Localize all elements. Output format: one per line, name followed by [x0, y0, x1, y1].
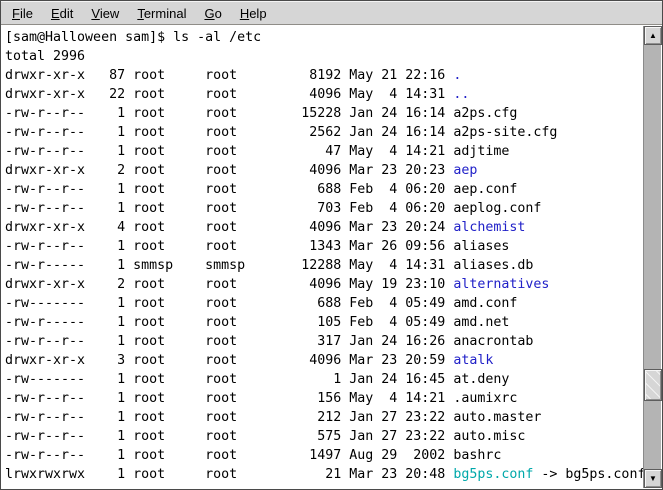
- terminal-line: drwxr-xr-x 2 root root 4096 May 19 23:10…: [5, 275, 643, 294]
- terminal-line: -rw------- 1 root root 688 Feb 4 05:49 a…: [5, 294, 643, 313]
- file-name: aep: [453, 163, 477, 178]
- file-name: aliases: [453, 239, 509, 254]
- terminal-line: lrwxrwxrwx 1 root root 21 Mar 23 20:48 b…: [5, 465, 643, 484]
- menu-file[interactable]: File: [3, 3, 42, 24]
- terminal-line: -rw-r--r-- 1 root root 1497 Aug 29 2002 …: [5, 446, 643, 465]
- terminal-line: -rw-r--r-- 1 root root 212 Jan 27 23:22 …: [5, 408, 643, 427]
- file-name: anacrontab: [453, 334, 533, 349]
- terminal-line: drwxr-xr-x 4 root root 4096 Mar 23 20:24…: [5, 218, 643, 237]
- up-arrow-icon: ▲: [649, 32, 657, 40]
- file-name: amd.net: [453, 315, 509, 330]
- prompt-line: [sam@Halloween sam]$ ls -al /etc: [5, 28, 643, 47]
- file-name: auto.master: [453, 410, 541, 425]
- file-name: .: [453, 68, 461, 83]
- file-name: bashrc: [453, 448, 501, 463]
- menu-terminal[interactable]: Terminal: [128, 3, 195, 24]
- terminal-line: -rw-r--r-- 1 root root 703 Feb 4 06:20 a…: [5, 199, 643, 218]
- menu-edit[interactable]: Edit: [42, 3, 82, 24]
- terminal-line: -rw-r--r-- 1 root root 575 Jan 27 23:22 …: [5, 427, 643, 446]
- terminal-line: -rw-r----- 1 smmsp smmsp 12288 May 4 14:…: [5, 256, 643, 275]
- terminal-line: -rw-r--r-- 1 root root 688 Feb 4 06:20 a…: [5, 180, 643, 199]
- down-arrow-icon: ▼: [649, 475, 657, 483]
- file-name: adjtime: [453, 144, 509, 159]
- file-name: ..: [453, 87, 469, 102]
- terminal-line: drwxr-xr-x 22 root root 4096 May 4 14:31…: [5, 85, 643, 104]
- terminal-line: drwxr-xr-x 2 root root 4096 Mar 23 20:23…: [5, 161, 643, 180]
- terminal-line: drwxr-xr-x 87 root root 8192 May 21 22:1…: [5, 66, 643, 85]
- terminal-line: -rw-r--r-- 1 root root 15228 Jan 24 16:1…: [5, 104, 643, 123]
- terminal-area: [sam@Halloween sam]$ ls -al /etctotal 29…: [2, 26, 661, 488]
- terminal-line: -rw-r--r-- 1 root root 317 Jan 24 16:26 …: [5, 332, 643, 351]
- file-name: bg5ps.conf: [453, 467, 533, 482]
- scroll-down-button[interactable]: ▼: [644, 469, 662, 488]
- file-name: a2ps-site.cfg: [453, 125, 557, 140]
- terminal-output[interactable]: [sam@Halloween sam]$ ls -al /etctotal 29…: [2, 26, 643, 488]
- file-name: auto.misc: [453, 429, 525, 444]
- terminal-line: drwxr-xr-x 3 root root 4096 Mar 23 20:59…: [5, 351, 643, 370]
- scrollbar[interactable]: ▲ ▼: [643, 26, 661, 488]
- file-name: aliases.db: [453, 258, 533, 273]
- file-name: at.deny: [453, 372, 509, 387]
- menu-help[interactable]: Help: [231, 3, 276, 24]
- file-name: aep.conf: [453, 182, 517, 197]
- total-line: total 2996: [5, 47, 643, 66]
- terminal-window: FileEditViewTerminalGoHelp [sam@Hallowee…: [0, 0, 663, 490]
- menubar: FileEditViewTerminalGoHelp: [1, 1, 662, 25]
- file-name: alternatives: [453, 277, 549, 292]
- menu-go[interactable]: Go: [195, 3, 230, 24]
- scrollbar-thumb[interactable]: [644, 369, 662, 401]
- terminal-line: -rw-r----- 1 root root 105 Feb 4 05:49 a…: [5, 313, 643, 332]
- scroll-up-button[interactable]: ▲: [644, 26, 662, 45]
- terminal-line: -rw-r--r-- 1 root root 1343 Mar 26 09:56…: [5, 237, 643, 256]
- terminal-line: -rw-r--r-- 1 root root 156 May 4 14:21 .…: [5, 389, 643, 408]
- file-name: a2ps.cfg: [453, 106, 517, 121]
- file-name: aeplog.conf: [453, 201, 541, 216]
- terminal-line: -rw-r--r-- 1 root root 47 May 4 14:21 ad…: [5, 142, 643, 161]
- terminal-line: -rw------- 1 root root 1 Jan 24 16:45 at…: [5, 370, 643, 389]
- file-name: alchemist: [453, 220, 525, 235]
- menu-view[interactable]: View: [82, 3, 128, 24]
- terminal-line: -rw-r--r-- 1 root root 2562 Jan 24 16:14…: [5, 123, 643, 142]
- file-name: atalk: [453, 353, 493, 368]
- scrollbar-track[interactable]: [644, 45, 661, 469]
- file-name: .aumixrc: [453, 391, 517, 406]
- file-name: amd.conf: [453, 296, 517, 311]
